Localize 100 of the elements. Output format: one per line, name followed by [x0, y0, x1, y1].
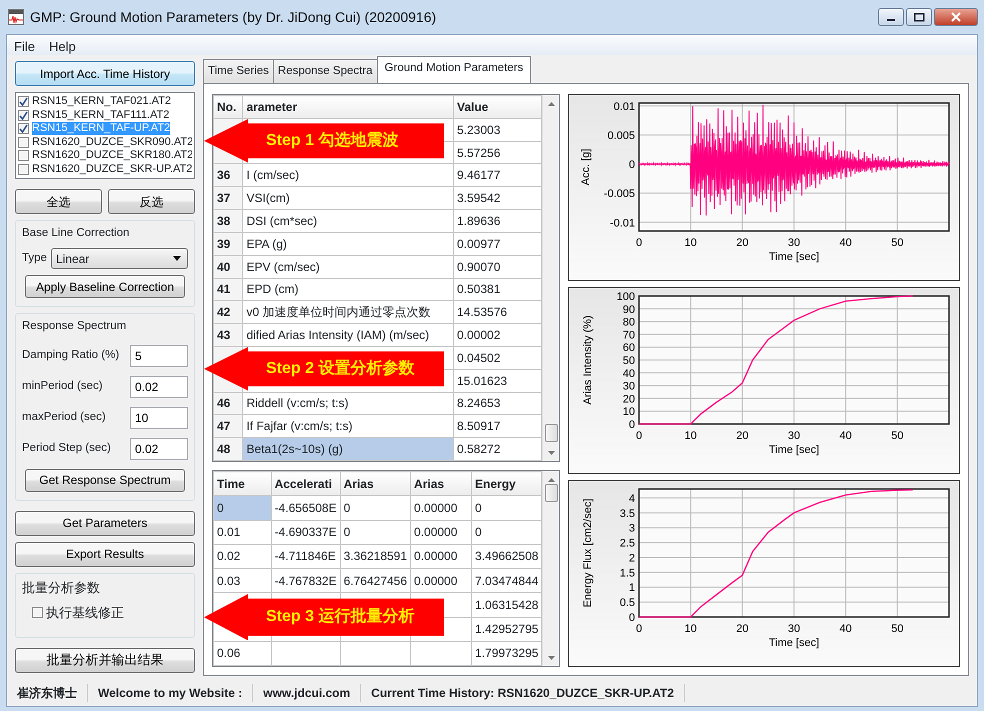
tick-label: 0.01 [614, 100, 635, 113]
tick-label: 40 [840, 623, 852, 635]
column-header: Arias [410, 472, 472, 496]
tick-label: 20 [736, 237, 748, 249]
status-text: www.jdcui.com [253, 684, 362, 702]
tick-label: 20 [622, 393, 635, 406]
checkbox[interactable] [32, 607, 43, 618]
menu-item[interactable]: Help [42, 35, 83, 55]
record-list-item[interactable]: RSN15_KERN_TAF111.AT2 [32, 108, 170, 122]
close-button[interactable] [934, 8, 978, 26]
tick-label: 20 [736, 623, 748, 635]
checkbox[interactable] [18, 150, 29, 162]
scrollbar[interactable] [542, 471, 559, 666]
group-title: Response Spectrum [22, 319, 128, 334]
menu-item[interactable]: File [7, 35, 42, 55]
tick-label: 100 [616, 291, 635, 303]
window-title: GMP: Ground Motion Parameters (by Dr. JiDong Cui) (20200916) [30, 8, 436, 27]
scroll-down-icon[interactable] [546, 656, 556, 661]
checkbox[interactable] [18, 123, 29, 134]
select-all-button[interactable]: 全选 [15, 189, 102, 214]
tick-label: 0 [636, 623, 642, 635]
export-results-button[interactable]: Export Results [15, 542, 195, 566]
apply-baseline-button[interactable]: Apply Baseline Correction [25, 275, 185, 298]
tick-label: 10 [684, 623, 697, 635]
table-cell: -4.767832E [271, 568, 340, 593]
row-number: 40 [214, 255, 243, 278]
maximize-button[interactable] [906, 8, 932, 26]
scroll-down-icon[interactable] [546, 451, 556, 456]
close-icon [951, 12, 961, 22]
input-field[interactable]: 0.02 [130, 376, 188, 398]
scrollbar-thumb[interactable] [544, 424, 558, 442]
table-cell: 15.01623 [453, 369, 542, 392]
checkbox[interactable] [18, 164, 29, 175]
invert-selection-button[interactable]: 反选 [108, 189, 195, 214]
tick-label: 80 [622, 316, 635, 329]
tick-label: -0.005 [604, 188, 635, 200]
table-cell: -4.690337E [271, 520, 340, 544]
table-cell: EPA (g) [242, 232, 454, 256]
tick-label: 1.5 [620, 567, 635, 580]
tab[interactable]: Ground Motion Parameters [376, 56, 532, 83]
tick-label: 50 [891, 430, 904, 442]
checkbox[interactable] [18, 110, 29, 121]
table-cell: 1.89636 [453, 210, 542, 232]
minimize-button[interactable] [878, 8, 904, 26]
table-cell: 3.59542 [453, 186, 542, 210]
callout-text: Step 1 勾选地震波 [266, 130, 398, 152]
axis-title: Time [sec] [768, 444, 820, 456]
row-number: 38 [214, 210, 243, 232]
tick-label: 30 [788, 430, 800, 442]
checkbox[interactable] [18, 136, 29, 148]
column-header: No. [214, 96, 243, 118]
input-field[interactable]: 5 [130, 344, 188, 366]
tick-label: 50 [891, 237, 904, 249]
tick-label: 0 [636, 430, 642, 442]
checkbox-label: 执行基线修正 [46, 604, 124, 622]
table-cell: 0 [214, 496, 272, 520]
tick-label: 40 [840, 430, 852, 442]
batch-analysis-button[interactable]: 批量分析并输出结果 [15, 648, 195, 672]
tick-label: 2.5 [620, 538, 635, 550]
row-number: 42 [214, 300, 243, 324]
type-dropdown[interactable]: Linear [50, 248, 188, 270]
column-header: Arias [340, 472, 411, 496]
scrollbar-thumb[interactable] [544, 484, 558, 502]
tick-label: 50 [622, 355, 635, 367]
group-title: 批量分析参数 [22, 578, 101, 596]
row-number: 36 [214, 164, 243, 187]
scroll-up-icon[interactable] [546, 477, 556, 482]
table-cell: I (cm/sec) [242, 164, 454, 187]
table-cell: 0.00000 [410, 568, 472, 593]
tab[interactable]: Response Spectra [272, 58, 378, 83]
tick-label: 2 [628, 552, 635, 564]
status-text: Welcome to my Website : [88, 684, 254, 702]
scrollbar[interactable] [542, 95, 559, 461]
tick-label: 30 [788, 237, 800, 249]
tab[interactable]: Time Series [203, 58, 274, 83]
minimize-icon [887, 19, 895, 21]
table-cell: 0.58272 [453, 438, 542, 460]
status-text: 崔济东博士 [7, 684, 88, 702]
table-cell: 3.36218591 [340, 544, 411, 568]
table-cell: 0.03 [214, 568, 272, 593]
get-parameters-button[interactable]: Get Parameters [15, 510, 195, 536]
checkbox[interactable] [18, 96, 29, 108]
tick-label: 3.5 [620, 508, 635, 520]
tick-label: 0 [636, 237, 642, 249]
record-list-item[interactable]: RSN1620_DUZCE_SKR-UP.AT2 [32, 162, 192, 176]
import-button[interactable]: Import Acc. Time History [15, 61, 195, 86]
scroll-up-icon[interactable] [546, 101, 556, 106]
tick-label: -0.01 [610, 217, 635, 230]
table-cell: 8.24653 [453, 392, 542, 415]
column-header: Energy [472, 472, 542, 496]
input-field[interactable]: 0.02 [130, 438, 188, 460]
field-label: maxPeriod (sec) [22, 410, 107, 425]
record-list-item[interactable]: RSN15_KERN_TAF021.AT2 [32, 95, 171, 108]
table-cell: 6.76427456 [340, 568, 411, 593]
axis-title: Arias Intensity (%) [582, 315, 594, 405]
tick-label: 10 [684, 430, 697, 442]
tick-label: 0 [628, 159, 635, 172]
axis-title: Acc. [g] [580, 148, 592, 186]
input-field[interactable]: 10 [130, 406, 188, 428]
get-response-spectrum-button[interactable]: Get Response Spectrum [25, 468, 185, 492]
